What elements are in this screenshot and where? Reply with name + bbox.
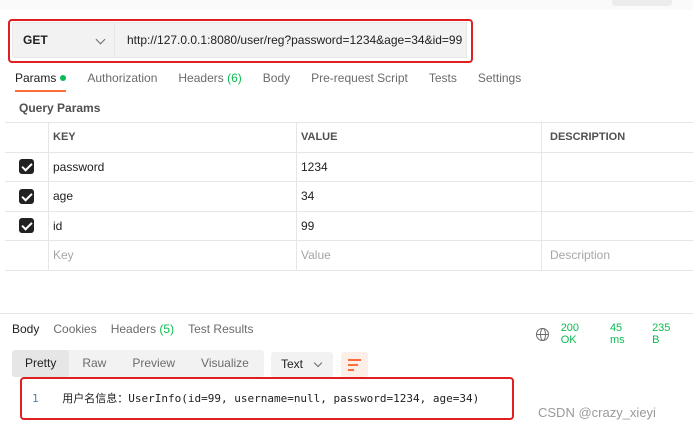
chevron-down-icon: [95, 34, 106, 45]
param-value-cell[interactable]: 99: [296, 211, 541, 240]
param-checkbox[interactable]: [19, 159, 34, 175]
column-header-key: KEY: [48, 123, 296, 152]
watermark: CSDN @crazy_xieyi: [538, 405, 656, 420]
param-checkbox[interactable]: [19, 188, 34, 204]
view-raw-button[interactable]: Raw: [69, 350, 119, 377]
table-row-empty: Key Value Description: [5, 241, 693, 271]
new-value-input[interactable]: Value: [296, 241, 541, 270]
response-status-bar: 200 OK 45 ms 235 B: [536, 322, 693, 346]
response-body-line: 1 用户名信息：UserInfo(id=99, username=null, p…: [32, 390, 479, 406]
column-header-value: VALUE: [296, 123, 541, 152]
param-description-cell[interactable]: [541, 211, 693, 240]
table-header-row: KEY VALUE DESCRIPTION: [5, 123, 693, 153]
view-pretty-button[interactable]: Pretty: [12, 350, 70, 377]
tab-stub[interactable]: [612, 0, 672, 6]
params-dot-indicator: [60, 75, 67, 81]
tab-params[interactable]: Params: [15, 70, 67, 92]
tab-tests[interactable]: Tests: [429, 70, 457, 92]
table-row: id 99: [5, 211, 693, 241]
param-key-cell[interactable]: id: [48, 211, 296, 240]
param-value-cell[interactable]: 34: [296, 182, 541, 211]
response-tab-headers[interactable]: Headers (5): [111, 322, 174, 338]
view-mode-bar: Pretty Raw Preview Visualize: [12, 350, 264, 377]
format-select[interactable]: Text: [271, 352, 333, 377]
param-checkbox[interactable]: [19, 218, 34, 234]
method-label: GET: [23, 33, 48, 47]
chevron-down-icon: [313, 358, 323, 368]
response-tab-body[interactable]: Body: [12, 322, 39, 338]
table-row: age 34: [5, 182, 693, 212]
query-params-title: Query Params: [19, 101, 101, 115]
param-description-cell[interactable]: [541, 152, 693, 181]
pane-divider[interactable]: [0, 313, 693, 314]
line-text: 用户名信息：UserInfo(id=99, username=null, pas…: [62, 392, 480, 405]
table-row: password 1234: [5, 152, 693, 182]
tab-pre-request-script[interactable]: Pre-request Script: [311, 70, 408, 92]
param-description-cell[interactable]: [541, 182, 693, 211]
new-description-input[interactable]: Description: [541, 241, 693, 270]
globe-icon[interactable]: [536, 327, 549, 341]
tab-headers[interactable]: Headers (6): [178, 70, 241, 92]
format-label: Text: [281, 357, 304, 371]
url-input[interactable]: http://127.0.0.1:8080/user/reg?password=…: [114, 22, 467, 58]
method-select[interactable]: GET: [12, 22, 114, 58]
query-params-table: KEY VALUE DESCRIPTION password 1234 age …: [5, 122, 693, 271]
status-code[interactable]: 200 OK: [561, 322, 597, 346]
response-time[interactable]: 45 ms: [610, 322, 639, 346]
param-value-cell[interactable]: 1234: [296, 152, 541, 181]
column-header-description: DESCRIPTION: [541, 123, 693, 152]
request-tabs: Params Authorization Headers (6) Body Pr…: [15, 70, 542, 92]
new-key-input[interactable]: Key: [48, 241, 296, 270]
request-bar: GET http://127.0.0.1:8080/user/reg?passw…: [12, 22, 467, 58]
param-key-cell[interactable]: age: [48, 182, 296, 211]
response-tabs: Body Cookies Headers (5) Test Results: [12, 322, 267, 338]
tab-body[interactable]: Body: [263, 70, 290, 92]
wrap-lines-button[interactable]: [341, 352, 368, 377]
top-tab-strip: [0, 0, 693, 10]
view-preview-button[interactable]: Preview: [119, 350, 188, 377]
response-size[interactable]: 235 B: [652, 322, 680, 346]
response-tab-cookies[interactable]: Cookies: [53, 322, 96, 338]
response-tab-test-results[interactable]: Test Results: [188, 322, 253, 338]
param-key-cell[interactable]: password: [48, 152, 296, 181]
tab-settings[interactable]: Settings: [478, 70, 521, 92]
view-visualize-button[interactable]: Visualize: [188, 350, 262, 377]
line-number: 1: [32, 392, 39, 405]
tab-authorization[interactable]: Authorization: [87, 70, 157, 92]
